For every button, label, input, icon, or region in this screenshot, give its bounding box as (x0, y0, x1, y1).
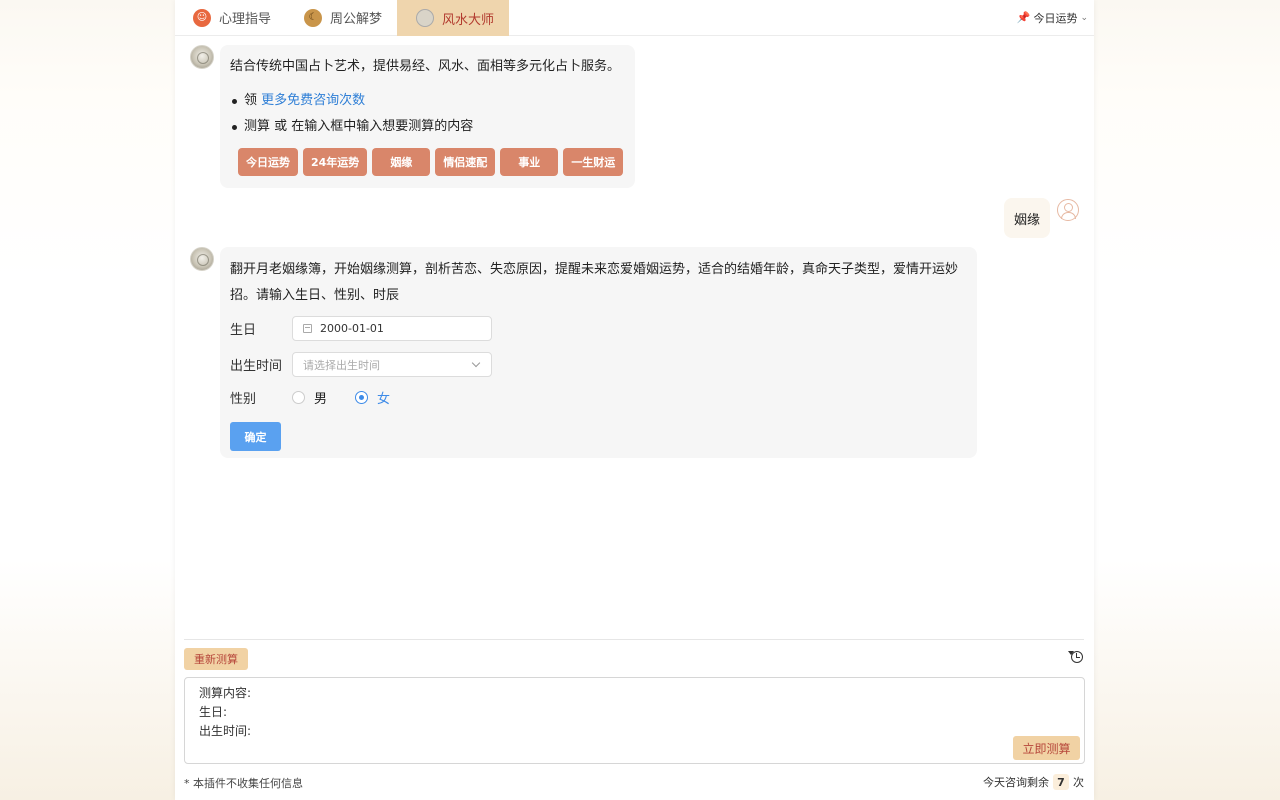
gender-label: 性别 (230, 392, 257, 407)
chip-today-fortune[interactable]: 今日运势 (238, 148, 298, 176)
recalculate-button[interactable]: 重新测算 (184, 648, 248, 670)
textarea-line: 生日: (199, 705, 228, 719)
tab-label: 周公解梦 (330, 12, 383, 27)
birthday-row: 生日 2000-01-01 (230, 316, 492, 341)
daily-fortune-dropdown[interactable]: 📌 今日运势 ⌄ (1017, 0, 1088, 35)
birthtime-select[interactable]: 请选择出生时间 (292, 352, 492, 377)
birthtime-row: 出生时间 请选择出生时间 (230, 352, 492, 377)
bot-avatar (190, 45, 214, 69)
remain-prefix: 今天咨询剩余 (983, 776, 1049, 789)
tab-bar: ☺ 心理指导 ☾ 周公解梦 风水大师 📌 今日运势 ⌄ (175, 0, 1094, 36)
daily-fortune-label: 今日运势 (1033, 11, 1078, 25)
chip-lifetime-wealth[interactable]: 一生财运 (563, 148, 624, 176)
calendar-icon (303, 324, 312, 333)
tab-fengshui[interactable]: 风水大师 (397, 0, 509, 36)
moon-icon: ☾ (304, 8, 322, 27)
reply-text-line: 翻开月老姻缘簿，开始姻缘测算，剖析苦恋、失恋原因，提醒未来恋爱婚姻运势，适合的结… (230, 262, 959, 277)
gender-female-radio[interactable]: 女 (355, 388, 390, 407)
bullet-prefix: 领 (244, 93, 258, 108)
gender-male-label: 男 (314, 392, 328, 407)
chevron-down-icon (471, 358, 481, 368)
birthday-label: 生日 (230, 323, 257, 338)
gender-male-radio[interactable]: 男 (292, 388, 327, 407)
reply-text-line: 招。请输入生日、性别、时辰 (230, 288, 400, 303)
history-icon[interactable] (1068, 651, 1083, 663)
chip-year-fortune[interactable]: 24年运势 (303, 148, 368, 176)
remain-suffix: 次 (1073, 776, 1084, 789)
gender-female-label: 女 (377, 392, 391, 407)
pin-icon: 📌 (1016, 11, 1031, 24)
calculate-now-button[interactable]: 立即测算 (1013, 736, 1080, 760)
privacy-note: * 本插件不收集任何信息 (184, 777, 303, 790)
chip-career[interactable]: 事业 (500, 148, 559, 176)
list-item: 测算 或 在输入框中输入想要测算的内容 (230, 117, 625, 137)
quick-chip-row: 今日运势 24年运势 姻缘 情侣速配 事业 一生财运 (238, 148, 624, 176)
smile-icon: ☺ (193, 8, 211, 27)
user-avatar (1057, 199, 1079, 221)
birthtime-label: 出生时间 (230, 359, 283, 374)
remain-count: 7 (1053, 774, 1069, 790)
tab-label: 心理指导 (219, 12, 272, 27)
remaining-quota: 今天咨询剩余 7 次 (983, 774, 1084, 790)
tab-dream[interactable]: ☾ 周公解梦 (304, 0, 382, 35)
bot-message-intro: 结合传统中国占卜艺术，提供易经、风水、面相等多元化占卜服务。 领 更多免费咨询次… (220, 45, 635, 188)
divider (184, 639, 1084, 640)
birthtime-placeholder: 请选择出生时间 (303, 358, 380, 372)
birthday-value: 2000-01-01 (320, 322, 384, 335)
plugin-panel: ☺ 心理指导 ☾ 周公解梦 风水大师 📌 今日运势 ⌄ 结合传统中国占卜艺术，提… (175, 0, 1094, 800)
radio-dot (292, 391, 305, 404)
query-textarea[interactable]: 测算内容: 生日: 出生时间: (184, 677, 1085, 764)
tab-psychology[interactable]: ☺ 心理指导 (193, 0, 271, 35)
chevron-down-icon: ⌄ (1080, 12, 1088, 23)
compass-icon (416, 9, 434, 27)
confirm-button[interactable]: 确定 (230, 422, 281, 451)
bot-message-form: 翻开月老姻缘簿，开始姻缘测算，剖析苦恋、失恋原因，提醒未来恋爱婚姻运势，适合的结… (220, 247, 977, 458)
free-consult-link[interactable]: 更多免费咨询次数 (261, 93, 365, 108)
radio-dot (355, 391, 369, 404)
gender-row: 性别 男 女 (230, 388, 418, 407)
intro-text: 结合传统中国占卜艺术，提供易经、风水、面相等多元化占卜服务。 (230, 59, 621, 74)
bot-avatar (190, 247, 214, 271)
textarea-line: 测算内容: (199, 686, 252, 700)
user-message-text: 姻缘 (1014, 212, 1041, 228)
intro-bullets: 领 更多免费咨询次数 测算 或 在输入框中输入想要测算的内容 (230, 91, 625, 137)
user-message: 姻缘 (1004, 198, 1051, 238)
chip-marriage[interactable]: 姻缘 (372, 148, 431, 176)
chip-couple-match[interactable]: 情侣速配 (435, 148, 496, 176)
tab-label: 风水大师 (442, 12, 495, 28)
list-item: 领 更多免费咨询次数 (230, 91, 625, 111)
birthday-input[interactable]: 2000-01-01 (292, 316, 492, 341)
textarea-line: 出生时间: (199, 724, 252, 738)
